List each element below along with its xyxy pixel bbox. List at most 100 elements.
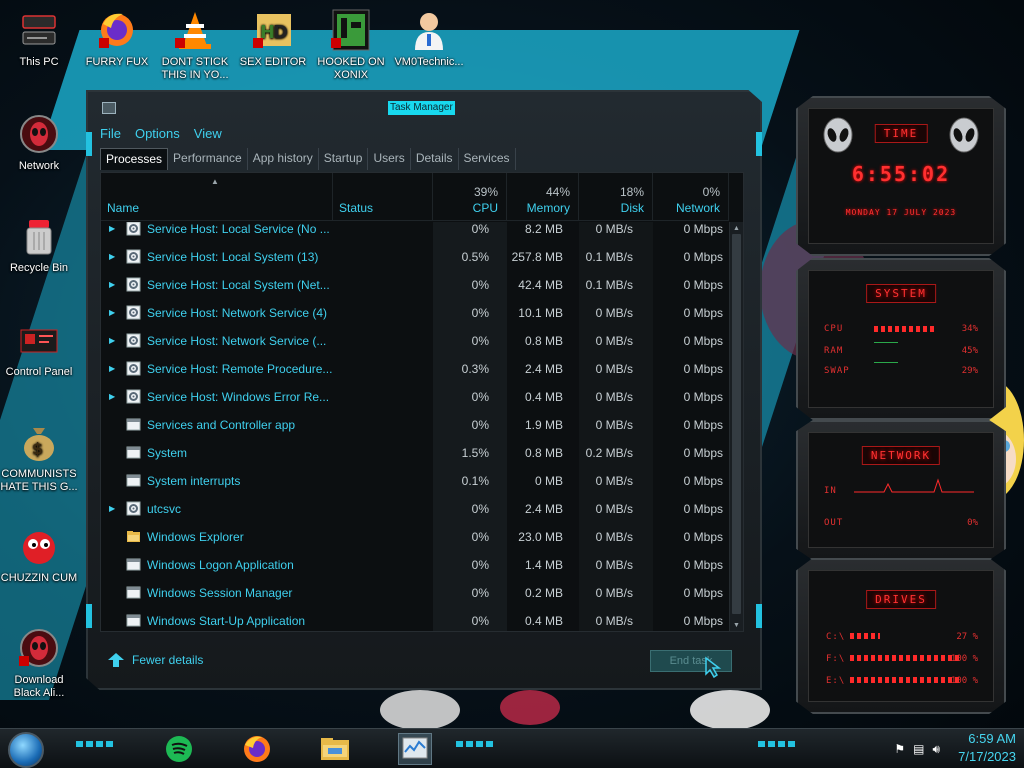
- taskbar-clock[interactable]: 6:59 AM 7/17/2023: [936, 730, 1016, 766]
- desktop-icon-vm0technic[interactable]: VM0Technic...: [390, 8, 468, 69]
- scroll-up-arrow-icon[interactable]: ▲: [732, 224, 741, 233]
- menu-options[interactable]: Options: [135, 126, 180, 144]
- system-tray: ⚑ ▤ 🔊︎: [894, 739, 940, 759]
- column-header-network[interactable]: 0% Network: [653, 173, 729, 221]
- column-header-status[interactable]: Status: [333, 173, 433, 221]
- cpu-label: CPU: [824, 324, 844, 334]
- drive-usage-bar: [850, 633, 880, 639]
- process-memory: 0.4 MB: [524, 614, 563, 628]
- taskbar-app-file-explorer[interactable]: [318, 733, 352, 765]
- desktop-icon-hxd[interactable]: HD SEX EDITOR: [234, 8, 312, 69]
- tab-performance[interactable]: Performance: [168, 148, 248, 170]
- process-row[interactable]: ▶ Service Host: Remote Procedure... 0.3% 2.…: [101, 355, 729, 383]
- recycle-bin-icon: [17, 214, 61, 258]
- flag-icon[interactable]: ⚑: [894, 742, 905, 756]
- network-in-label: IN: [824, 486, 837, 496]
- process-row[interactable]: ▶ Service Host: Network Service (... 0% 0.8…: [101, 327, 729, 355]
- alien-head-icon: [823, 117, 853, 153]
- process-network: 0 Mbps: [683, 586, 723, 600]
- process-memory: 0.8 MB: [524, 334, 563, 348]
- expand-arrow-icon[interactable]: ▶: [109, 252, 115, 261]
- expand-arrow-icon[interactable]: ▶: [109, 504, 115, 513]
- process-name: Service Host: Local System (13): [147, 250, 319, 264]
- process-row[interactable]: ▶ Service Host: Network Service (4) 0% 10.1…: [101, 299, 729, 327]
- process-name: Windows Logon Application: [147, 558, 294, 572]
- process-name: Service Host: Local System (Net...: [147, 278, 330, 292]
- process-row[interactable]: Windows Explorer 0% 23.0 MB 0 MB/s 0 Mbps: [101, 523, 729, 551]
- process-row[interactable]: ▶ Service Host: Local System (Net... 0% 42.…: [101, 271, 729, 299]
- taskbar: ⚑ ▤ 🔊︎ 6:59 AM 7/17/2023: [0, 728, 1024, 768]
- tab-processes[interactable]: Processes: [100, 148, 169, 170]
- scrollbar-thumb[interactable]: [732, 234, 741, 614]
- app-window-icon: [126, 417, 141, 432]
- process-cpu: 0%: [471, 586, 489, 600]
- desktop-icon-vlc[interactable]: DONT STICK THIS IN YO...: [156, 8, 234, 82]
- taskbar-app-spotify[interactable]: [162, 733, 196, 765]
- expand-arrow-icon[interactable]: ▶: [109, 392, 115, 401]
- process-row[interactable]: ▶ utcsvc 0% 2.4 MB 0 MB/s 0 Mbps: [101, 495, 729, 523]
- expand-arrow-icon[interactable]: ▶: [109, 280, 115, 289]
- tab-services[interactable]: Services: [459, 148, 516, 170]
- process-name: Service Host: Windows Error Re...: [147, 390, 330, 404]
- cpu-usage-bar: [874, 326, 934, 332]
- app-window-icon: [126, 613, 141, 628]
- process-disk: 0.2 MB/s: [585, 446, 633, 460]
- column-header-name[interactable]: ▲ Name: [101, 173, 333, 221]
- process-disk: 0.1 MB/s: [585, 278, 633, 292]
- process-row[interactable]: System 1.5% 0.8 MB 0.2 MB/s 0 Mbps: [101, 439, 729, 467]
- desktop-icon-label: Recycle Bin: [9, 262, 69, 274]
- process-name: Windows Session Manager: [147, 586, 293, 600]
- desktop-icon-communists[interactable]: $ COMMUNISTS HATE THIS G...: [0, 420, 78, 494]
- network-tray-icon[interactable]: ▤: [913, 742, 924, 756]
- task-manager-app-icon[interactable]: [102, 102, 116, 114]
- menu-file[interactable]: File: [100, 126, 121, 144]
- process-network: 0 Mbps: [683, 474, 723, 488]
- menu-view[interactable]: View: [194, 126, 222, 144]
- desktop-icon-recycle-bin[interactable]: Recycle Bin: [0, 214, 78, 275]
- desktop-icon-this-pc[interactable]: This PC: [0, 8, 78, 69]
- desktop-icon-label: COMMUNISTS HATE THIS G...: [0, 468, 78, 493]
- column-label: Name: [107, 201, 140, 215]
- desktop-icon-label: SEX EDITOR: [239, 56, 307, 68]
- taskbar-app-task-manager[interactable]: [398, 733, 432, 765]
- expand-arrow-icon[interactable]: ▶: [109, 308, 115, 317]
- process-disk: 0 MB/s: [595, 418, 633, 432]
- ram-graph: [874, 342, 898, 343]
- process-row[interactable]: Windows Session Manager 0% 0.2 MB 0 MB/s 0 M…: [101, 579, 729, 607]
- fewer-details-button[interactable]: Fewer details: [108, 652, 203, 668]
- column-header-cpu[interactable]: 39% CPU: [433, 173, 507, 221]
- column-usage-percent: 44%: [545, 185, 570, 199]
- desktop-icon-xonix[interactable]: HOOKED ON XONIX: [312, 8, 390, 82]
- desktop-icon-chuzzin[interactable]: CHUZZIN CUM: [0, 524, 78, 585]
- desktop-icon-download-black-alien[interactable]: Download Black Ali...: [0, 626, 78, 700]
- tab-app-history[interactable]: App history: [248, 148, 319, 170]
- tab-users[interactable]: Users: [368, 148, 411, 170]
- desktop-icon-network[interactable]: Network: [0, 112, 78, 173]
- process-row[interactable]: Windows Start-Up Application 0% 0.4 MB 0 MB…: [101, 607, 729, 631]
- desktop-icon-control-panel[interactable]: Control Panel: [0, 318, 78, 379]
- vertical-scrollbar[interactable]: ▲ ▼: [729, 222, 743, 631]
- scroll-down-arrow-icon[interactable]: ▼: [732, 621, 741, 630]
- expand-arrow-icon[interactable]: ▶: [109, 224, 115, 233]
- task-manager-window[interactable]: Task Manager File Options View Processes…: [86, 90, 762, 690]
- desktop-icon-label: Download Black Ali...: [13, 674, 65, 699]
- start-button[interactable]: [8, 732, 44, 768]
- desktop-icon-furry-fux[interactable]: FURRY FUX: [78, 8, 156, 69]
- process-row[interactable]: Services and Controller app 0% 1.9 MB 0 MB/…: [101, 411, 729, 439]
- column-header-memory[interactable]: 44% Memory: [507, 173, 579, 221]
- expand-arrow-icon[interactable]: ▶: [109, 336, 115, 345]
- drives-widget-title: DRIVES: [866, 590, 936, 609]
- process-row[interactable]: ▶ Service Host: Local System (13) 0.5% 257.…: [101, 243, 729, 271]
- column-label: CPU: [472, 201, 498, 215]
- process-row[interactable]: Windows Logon Application 0% 1.4 MB 0 MB/s 0…: [101, 551, 729, 579]
- tab-details[interactable]: Details: [411, 148, 459, 170]
- process-row[interactable]: ▶ Service Host: Windows Error Re... 0% 0.4 …: [101, 383, 729, 411]
- file-explorer-icon: [321, 738, 349, 760]
- process-cpu: 0.5%: [461, 250, 489, 264]
- column-header-disk[interactable]: 18% Disk: [579, 173, 653, 221]
- expand-arrow-icon[interactable]: ▶: [109, 364, 115, 373]
- process-row[interactable]: ▶ Service Host: Local Service (No ... 0% 8.…: [101, 222, 729, 243]
- tab-startup[interactable]: Startup: [319, 148, 369, 170]
- taskbar-app-firefox[interactable]: [240, 733, 274, 765]
- process-row[interactable]: System interrupts 0.1% 0 MB 0 MB/s 0 Mbps: [101, 467, 729, 495]
